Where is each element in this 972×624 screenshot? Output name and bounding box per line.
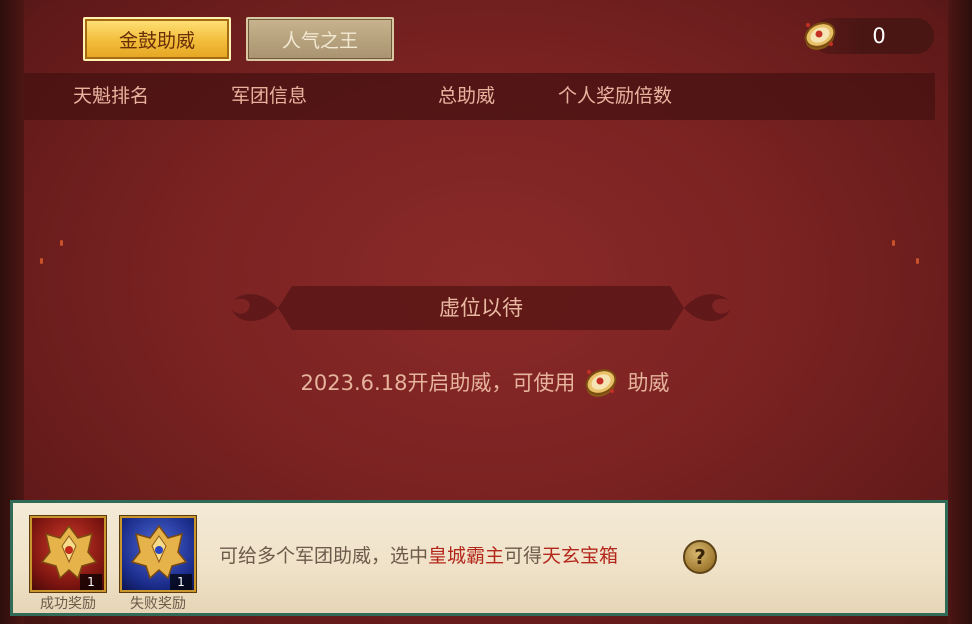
ranking-table-header: 天魁排名 军团信息 总助威 个人奖励倍数 — [24, 73, 935, 120]
ember-decoration — [916, 258, 919, 264]
info-text-part2: 可得 — [504, 545, 543, 567]
highlight-tianxuan-chest: 天玄宝箱 — [542, 545, 619, 567]
blue-helmet-icon — [130, 524, 188, 580]
cheer-start-message: 2023.6.18开启助威，可使用 助威 — [250, 362, 720, 402]
column-header-reward-multiplier: 个人奖励倍数 — [558, 85, 673, 107]
reward-count: 1 — [80, 574, 102, 590]
reward-info-panel: 1 成功奖励 1 失败奖励 可给多个军团助威，选中皇城霸主可得天玄宝箱 ? — [10, 500, 948, 616]
help-button[interactable]: ? — [683, 540, 717, 574]
column-header-legion-info: 军团信息 — [231, 85, 308, 107]
empty-state-title: 虚位以待 — [439, 296, 523, 320]
cheer-start-text: 2023.6.18开启助威，可使用 — [300, 371, 576, 395]
failure-reward-item[interactable]: 1 — [120, 516, 196, 592]
column-header-rank: 天魁排名 — [73, 85, 150, 107]
right-curtain — [948, 0, 972, 624]
tab-golden-drum-label: 金鼓助威 — [118, 29, 195, 52]
tab-popularity-king[interactable]: 人气之王 — [246, 17, 394, 61]
tab-golden-drum[interactable]: 金鼓助威 — [83, 17, 231, 61]
cheer-suffix-text: 助威 — [627, 371, 670, 395]
currency-amount: 0 — [872, 24, 886, 48]
info-text-part1: 可给多个军团助威，选中 — [219, 545, 429, 567]
highlight-imperial-overlord: 皇城霸主 — [428, 545, 505, 567]
red-helmet-icon — [40, 524, 98, 580]
question-icon: ? — [694, 545, 706, 569]
reward-count: 1 — [170, 574, 192, 590]
drum-icon — [804, 22, 836, 50]
ember-decoration — [60, 240, 63, 246]
ember-decoration — [892, 240, 895, 246]
tab-popularity-king-label: 人气之王 — [281, 29, 358, 52]
game-screen: 金鼓助威 人气之王 0 天魁排名 军团信息 总助威 个人奖励倍数 虚位以待 20… — [0, 0, 972, 624]
failure-reward-label: 失败奖励 — [130, 596, 186, 612]
column-header-total-cheer: 总助威 — [438, 85, 496, 107]
drum-icon — [586, 369, 617, 397]
ember-decoration — [40, 258, 43, 264]
success-reward-item[interactable]: 1 — [30, 516, 106, 592]
reward-info-text: 可给多个军团助威，选中皇城霸主可得天玄宝箱 — [219, 541, 618, 568]
success-reward-label: 成功奖励 — [40, 596, 96, 612]
